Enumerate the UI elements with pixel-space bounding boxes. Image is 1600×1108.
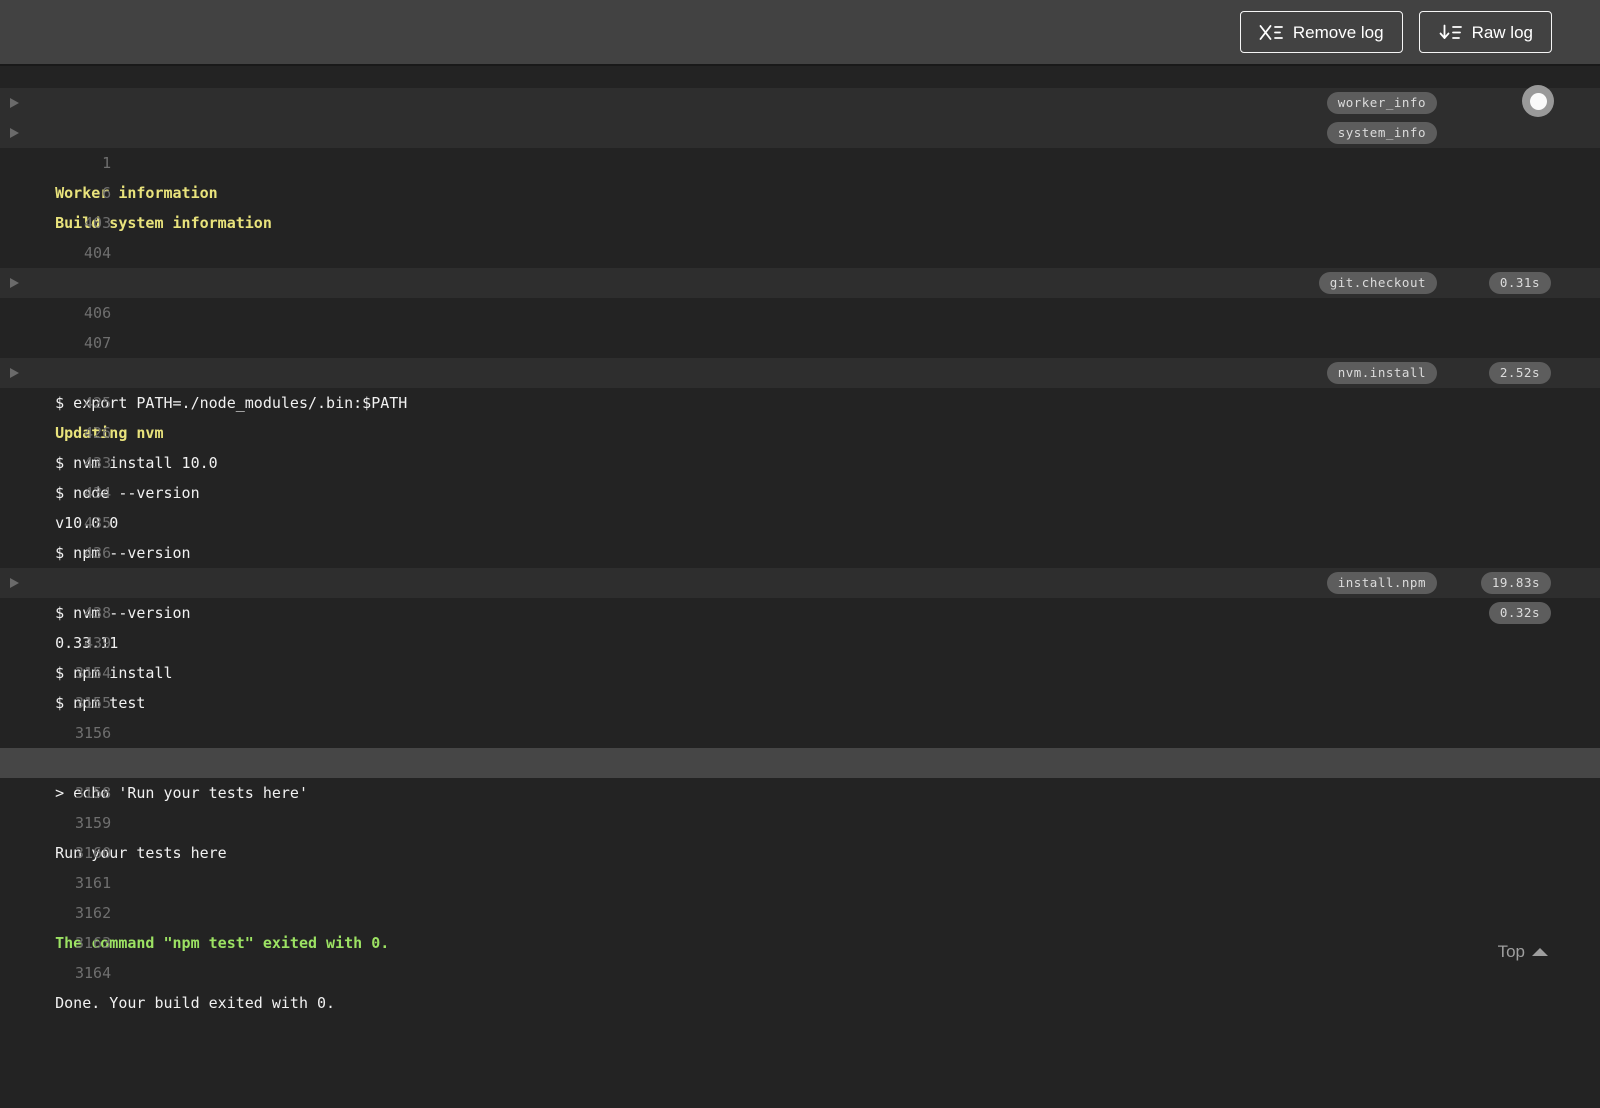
log-position-indicator[interactable] <box>1522 85 1554 117</box>
fold-tag: worker_info <box>1326 92 1437 114</box>
fold-toggle-icon[interactable] <box>10 128 19 138</box>
log-lines: 1 Worker information worker_info 6 Build… <box>0 88 1600 1012</box>
remove-log-icon <box>1259 24 1283 41</box>
log-line: 406 <box>0 238 1600 322</box>
log-line: 6 Build system information system_info <box>0 118 1600 232</box>
scroll-to-top-label: Top <box>1497 942 1525 961</box>
chevron-up-icon <box>1532 948 1548 956</box>
log-line: 426 $ nvm install 10.0 nvm.install 2.52s <box>0 358 1600 472</box>
log-line: 407 $ git clone --depth=50 https://githu… <box>0 268 1600 382</box>
log-line: 3163 <box>0 868 1600 952</box>
toolbar: Remove log Raw log <box>0 0 1600 66</box>
log-line: 3161 <box>0 808 1600 892</box>
fold-toggle-icon[interactable] <box>10 98 19 108</box>
log-line: 3159 Run your tests here <box>0 748 1600 862</box>
raw-log-icon <box>1438 24 1462 41</box>
log-line: 424 $ export PATH=./node_modules/.bin:$P… <box>0 298 1600 412</box>
log-text: Done. Your build exited with 0. <box>55 994 336 1012</box>
fold-toggle-icon[interactable] <box>10 368 19 378</box>
fold-toggle-icon[interactable] <box>10 578 19 588</box>
fold-toggle-icon[interactable] <box>10 278 19 288</box>
log-line: 3155 <box>0 628 1600 712</box>
log-line: 3160 <box>0 778 1600 862</box>
log-line: 3156 > gatsby-starter-hello-world@ test … <box>0 658 1600 772</box>
log-line: 437 $ nvm --version <box>0 508 1600 622</box>
log-line: 3154 $ npm test 0.32s <box>0 598 1600 712</box>
log-line: 435 $ npm --version <box>0 448 1600 562</box>
log-line: 3158 <box>0 718 1600 802</box>
remove-log-button[interactable]: Remove log <box>1239 11 1403 53</box>
build-log: 1 Worker information worker_info 6 Build… <box>0 66 1600 1012</box>
raw-log-button[interactable]: Raw log <box>1418 11 1552 53</box>
raw-log-label: Raw log <box>1471 22 1533 42</box>
fold-tag: system_info <box>1326 122 1437 144</box>
log-line: 425 Updating nvm <box>0 328 1600 442</box>
log-line: 3157 > echo 'Run your tests here' <box>0 688 1600 802</box>
log-line: 438 0.33.11 <box>0 538 1600 652</box>
fold-tag: install.npm <box>1326 572 1437 594</box>
duration-badge: 2.52s <box>1488 362 1551 384</box>
line-number[interactable]: 3163 <box>36 928 111 958</box>
line-number[interactable]: 3164 <box>36 958 111 988</box>
fold-tag: git.checkout <box>1318 272 1437 294</box>
log-line: 439 $ npm install install.npm 19.83s <box>0 568 1600 682</box>
fold-tag: nvm.install <box>1326 362 1437 384</box>
log-line: 403 <box>0 148 1600 232</box>
log-position-indicator-dot <box>1529 92 1547 110</box>
remove-log-label: Remove log <box>1292 22 1384 42</box>
duration-badge: 19.83s <box>1480 572 1551 594</box>
log-line: 405 <box>0 208 1600 292</box>
log-line: 1 Worker information worker_info <box>0 88 1600 202</box>
scroll-to-top-link[interactable]: Top <box>1498 942 1548 962</box>
log-line: 404 Network availability confirmed. <box>0 178 1600 292</box>
log-line: 434 v10.0.0 <box>0 418 1600 532</box>
log-line: 3164 Done. Your build exited with 0. <box>0 898 1600 1012</box>
log-line: 436 5.6.0 <box>0 478 1600 592</box>
log-line: 433 $ node --version <box>0 388 1600 502</box>
log-line: 3162 The command "npm test" exited with … <box>0 838 1600 952</box>
duration-badge: 0.32s <box>1488 602 1551 624</box>
duration-badge: 0.31s <box>1488 272 1551 294</box>
